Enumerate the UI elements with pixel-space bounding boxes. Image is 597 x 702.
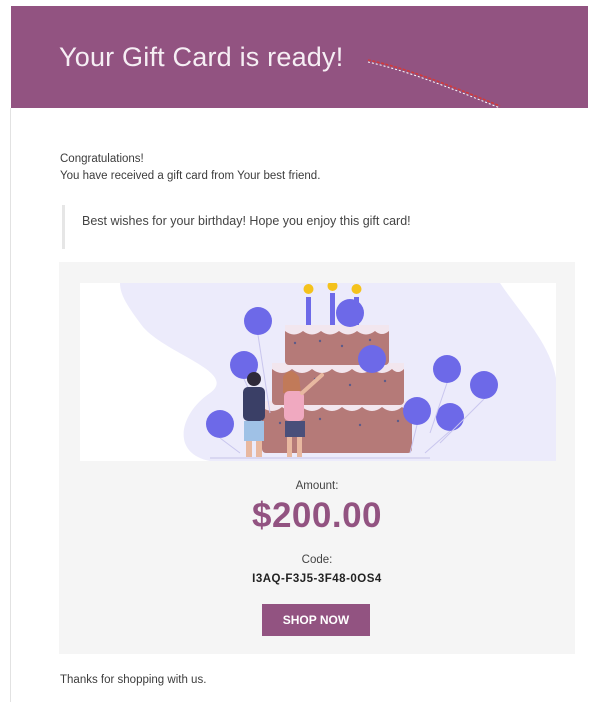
- greeting: Congratulations! You have received a gif…: [60, 151, 320, 185]
- header-title: Your Gift Card is ready!: [59, 42, 344, 72]
- gift-card-panel: Amount: $200.00 Code: I3AQ-F3J5-3F48-0OS…: [59, 262, 575, 654]
- email-header: Your Gift Card is ready!: [11, 6, 588, 109]
- code-label: Code:: [301, 554, 333, 566]
- gift-card-email: Your Gift Card is ready! Congratulations…: [11, 6, 588, 702]
- red-annotation-line: [367, 59, 501, 109]
- message-text: Best wishes for your birthday! Hope you …: [82, 214, 411, 228]
- greeting-line-1: Congratulations!: [60, 153, 144, 165]
- shop-now-button[interactable]: SHOP NOW: [262, 604, 370, 636]
- thanks-message: Thanks for shopping with us.: [60, 674, 207, 686]
- greeting-line-2: You have received a gift card from Your …: [60, 170, 321, 182]
- amount-value: $200.00: [251, 496, 383, 535]
- amount-label: Amount:: [295, 480, 339, 492]
- gift-card-code: I3AQ-F3J5-3F48-0OS4: [252, 573, 382, 585]
- birthday-cake-image: [120, 283, 556, 461]
- birthday-cake-illustration: [80, 283, 556, 461]
- personal-message: Best wishes for your birthday! Hope you …: [62, 205, 585, 249]
